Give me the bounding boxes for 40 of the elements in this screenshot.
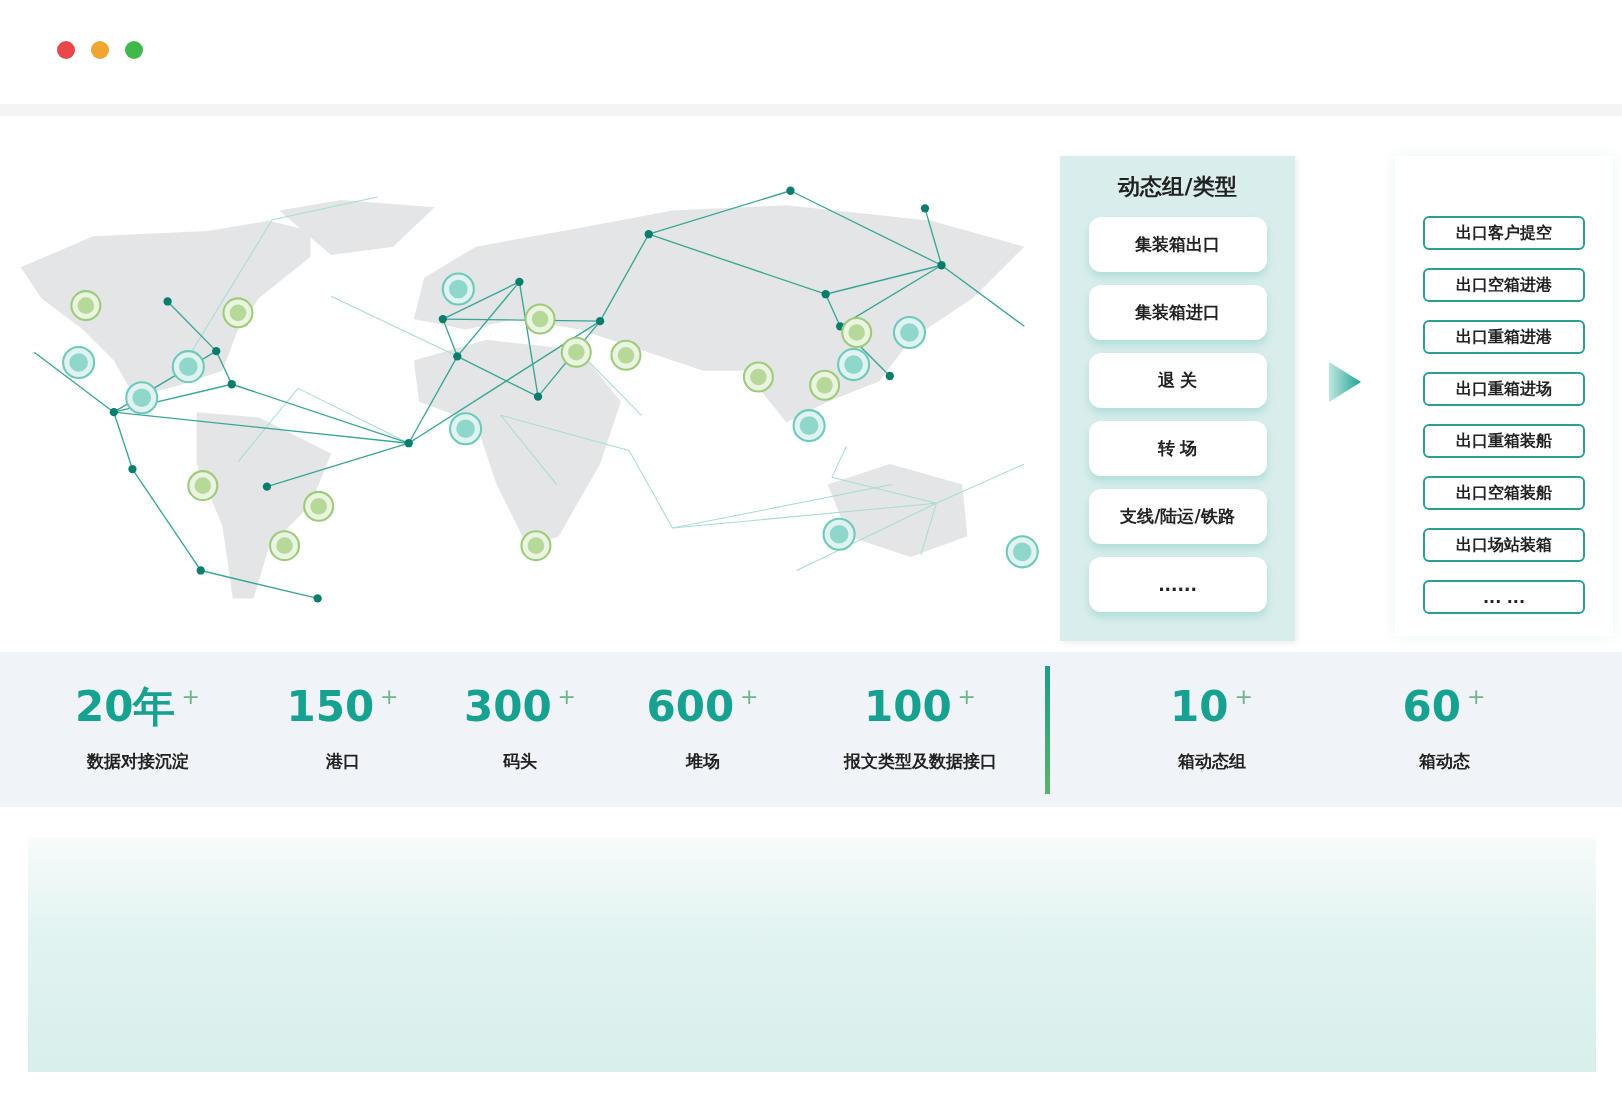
event-item: 出口场站装箱 xyxy=(1423,528,1585,562)
minimize-window-control[interactable] xyxy=(91,41,109,59)
stat-label: 箱动态 xyxy=(1418,750,1470,773)
maximize-window-control[interactable] xyxy=(125,41,143,59)
plus-sign: + xyxy=(1467,686,1486,708)
stat-label: 码头 xyxy=(503,750,537,773)
group-item: ...... xyxy=(1088,557,1267,612)
event-item: 出口重箱装船 xyxy=(1423,424,1585,458)
group-item: 集装箱出口 xyxy=(1088,217,1267,272)
group-item: 退 关 xyxy=(1088,353,1267,408)
stat-value: 10 xyxy=(1170,686,1229,728)
stat-label: 堆场 xyxy=(685,750,720,773)
plus-sign: + xyxy=(557,686,577,708)
stat-value: 600 xyxy=(646,686,735,728)
stat-value: 20年 xyxy=(75,686,176,728)
stat-value: 150 xyxy=(286,686,375,728)
stat-label: 报文类型及数据接口 xyxy=(843,750,997,773)
plus-sign: + xyxy=(1234,686,1253,708)
stat-label: 数据对接沉淀 xyxy=(86,750,189,773)
plus-sign: + xyxy=(957,686,977,708)
plus-sign: + xyxy=(380,686,399,708)
stat-label: 港口 xyxy=(325,750,360,773)
stat-value: 300 xyxy=(463,686,552,728)
panel-title: 动态组/类型 xyxy=(1118,173,1237,201)
stat-value: 60 xyxy=(1402,686,1461,728)
event-item: 出口空箱装船 xyxy=(1423,476,1585,510)
event-item: 出口客户提空 xyxy=(1423,216,1585,250)
group-item: 支线/陆运/铁路 xyxy=(1088,489,1267,544)
plus-sign: + xyxy=(181,686,200,708)
group-item: 集装箱进口 xyxy=(1088,285,1267,340)
event-item: 出口重箱进港 xyxy=(1423,320,1585,354)
stat-label: 箱动态组 xyxy=(1177,750,1246,773)
event-item: 出口空箱进港 xyxy=(1423,268,1585,302)
event-item: ... ... xyxy=(1423,580,1585,614)
plus-sign: + xyxy=(740,686,759,708)
event-item: 出口重箱进场 xyxy=(1423,372,1585,406)
group-item: 转 场 xyxy=(1088,421,1267,476)
stat-value: 100 xyxy=(863,686,952,728)
triangle-arrow-icon xyxy=(1329,362,1361,402)
close-window-control[interactable] xyxy=(57,41,75,59)
